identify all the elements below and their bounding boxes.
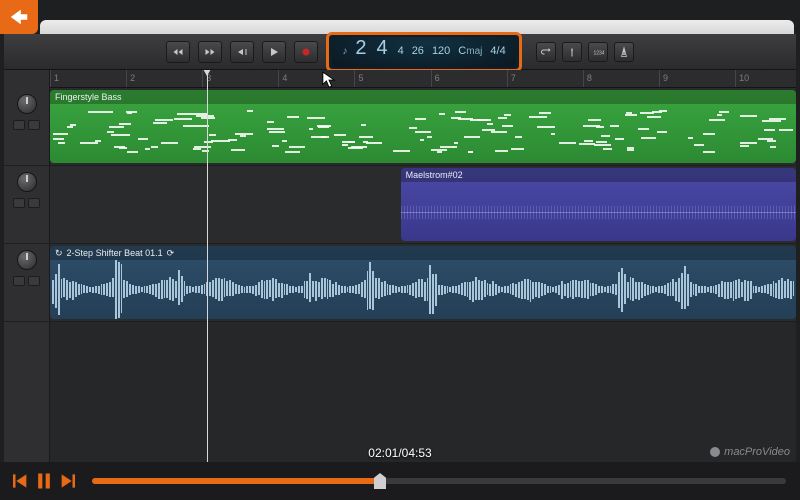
ruler[interactable]: 12345678910: [50, 70, 796, 88]
tuner-button[interactable]: [562, 42, 582, 62]
svg-text:1234: 1234: [593, 50, 604, 56]
play-button[interactable]: [262, 41, 286, 63]
ruler-tick: 7: [507, 70, 516, 87]
record-button[interactable]: [294, 41, 318, 63]
region-header: ↻ 2-Step Shifter Beat 01.1 ⟳: [50, 246, 796, 260]
transport-controls: ♪ 2 4 4 26 120 Cmaj 4/4 1234: [166, 32, 633, 72]
region-body: [50, 104, 796, 163]
track-header[interactable]: [4, 88, 49, 166]
solo-button[interactable]: [28, 198, 40, 208]
region-header: Fingerstyle Bass: [50, 90, 796, 104]
back-button[interactable]: [0, 0, 38, 34]
ruler-tick: 4: [278, 70, 287, 87]
pan-knob[interactable]: [17, 250, 37, 270]
ruler-tick: 1: [50, 70, 59, 87]
mute-button[interactable]: [13, 198, 25, 208]
pan-knob[interactable]: [17, 94, 37, 114]
rewind-button[interactable]: [166, 41, 190, 63]
count-in-button[interactable]: 1234: [588, 42, 608, 62]
ruler-tick: 8: [583, 70, 592, 87]
video-player-bar: [0, 462, 800, 500]
track-header[interactable]: [4, 166, 49, 244]
solo-button[interactable]: [28, 276, 40, 286]
region-body: [401, 182, 796, 241]
track-headers: [4, 70, 50, 462]
lcd-bars: 2: [355, 37, 368, 60]
metronome-button[interactable]: [614, 42, 634, 62]
ruler-tick: 9: [659, 70, 668, 87]
timeline[interactable]: 12345678910 Fingerstyle BassMaelstrom#02…: [50, 70, 796, 462]
video-pause-button[interactable]: [34, 468, 54, 494]
ruler-tick: 6: [431, 70, 440, 87]
cycle-button[interactable]: [536, 42, 556, 62]
lcd-beats: 4: [376, 37, 389, 60]
stop-button[interactable]: [230, 41, 254, 63]
lcd-display-highlight: ♪ 2 4 4 26 120 Cmaj 4/4: [326, 32, 521, 72]
region-body: [50, 260, 796, 319]
track-row[interactable]: Maelstrom#02: [50, 166, 796, 244]
region-name: 2-Step Shifter Beat 01.1: [67, 248, 163, 258]
lcd-division: 4: [398, 45, 404, 57]
track-row[interactable]: ↻ 2-Step Shifter Beat 01.1 ⟳: [50, 244, 796, 322]
region-name: Maelstrom#02: [406, 170, 463, 180]
video-prev-button[interactable]: [8, 468, 28, 494]
region[interactable]: Fingerstyle Bass: [50, 90, 796, 163]
ruler-tick: 2: [126, 70, 135, 87]
brand-logo-icon: [710, 447, 720, 457]
fast-forward-button[interactable]: [198, 41, 222, 63]
loop-icon: ↻: [55, 248, 63, 259]
track-header[interactable]: [4, 244, 49, 322]
lcd-sig-den: 4: [500, 45, 506, 57]
lcd-key-mode: maj: [466, 46, 482, 57]
mute-button[interactable]: [13, 276, 25, 286]
video-progress-fill: [92, 478, 380, 484]
lcd-mode-icon: ♪: [342, 46, 347, 57]
ruler-tick: 10: [735, 70, 749, 87]
lcd-ticks: 26: [412, 45, 424, 57]
solo-button[interactable]: [28, 120, 40, 130]
loop-indicator-icon: ⟳: [167, 248, 175, 259]
region[interactable]: Maelstrom#02: [401, 168, 796, 241]
video-progress-thumb[interactable]: [374, 473, 386, 489]
region[interactable]: ↻ 2-Step Shifter Beat 01.1 ⟳: [50, 246, 796, 319]
lcd-display[interactable]: ♪ 2 4 4 26 120 Cmaj 4/4: [332, 37, 515, 67]
lcd-sig-num: 4: [490, 45, 496, 57]
mute-button[interactable]: [13, 120, 25, 130]
region-name: Fingerstyle Bass: [55, 92, 122, 102]
video-progress[interactable]: [92, 478, 786, 484]
daw-window: ♪ 2 4 4 26 120 Cmaj 4/4 1234: [4, 34, 796, 462]
workspace: 12345678910 Fingerstyle BassMaelstrom#02…: [4, 70, 796, 462]
lcd-tempo: 120: [432, 45, 450, 57]
region-header: Maelstrom#02: [401, 168, 796, 182]
brand-watermark: macProVideo: [710, 446, 790, 458]
pan-knob[interactable]: [17, 172, 37, 192]
playhead[interactable]: [207, 70, 208, 462]
toolbar: ♪ 2 4 4 26 120 Cmaj 4/4 1234: [4, 34, 796, 70]
track-row[interactable]: Fingerstyle Bass: [50, 88, 796, 166]
ruler-tick: 5: [354, 70, 363, 87]
video-next-button[interactable]: [60, 468, 80, 494]
video-timecode: 02:01/04:53: [368, 446, 431, 460]
